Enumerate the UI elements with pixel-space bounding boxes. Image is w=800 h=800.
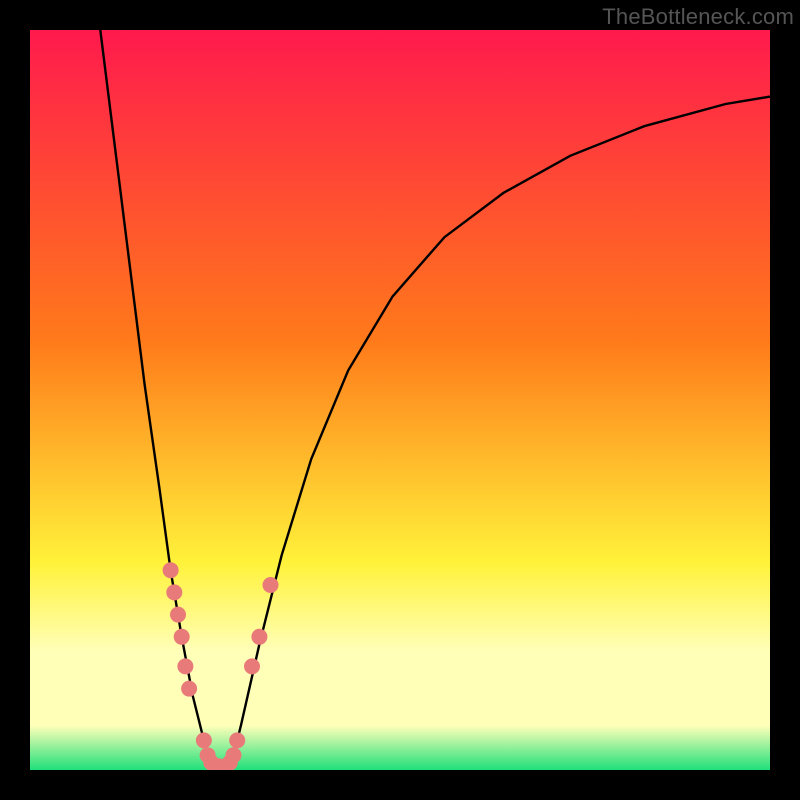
gradient-background — [30, 30, 770, 770]
marker-dot — [177, 658, 193, 674]
marker-dot — [181, 681, 197, 697]
marker-dot — [263, 577, 279, 593]
chart-svg — [30, 30, 770, 770]
marker-dot — [166, 584, 182, 600]
marker-dot — [174, 629, 190, 645]
chart-frame: TheBottleneck.com — [0, 0, 800, 800]
marker-dot — [170, 607, 186, 623]
watermark-text: TheBottleneck.com — [602, 4, 794, 30]
marker-dot — [163, 562, 179, 578]
marker-dot — [226, 747, 242, 763]
plot-area — [30, 30, 770, 770]
marker-dot — [251, 629, 267, 645]
marker-dot — [229, 732, 245, 748]
marker-dot — [244, 658, 260, 674]
marker-dot — [196, 732, 212, 748]
